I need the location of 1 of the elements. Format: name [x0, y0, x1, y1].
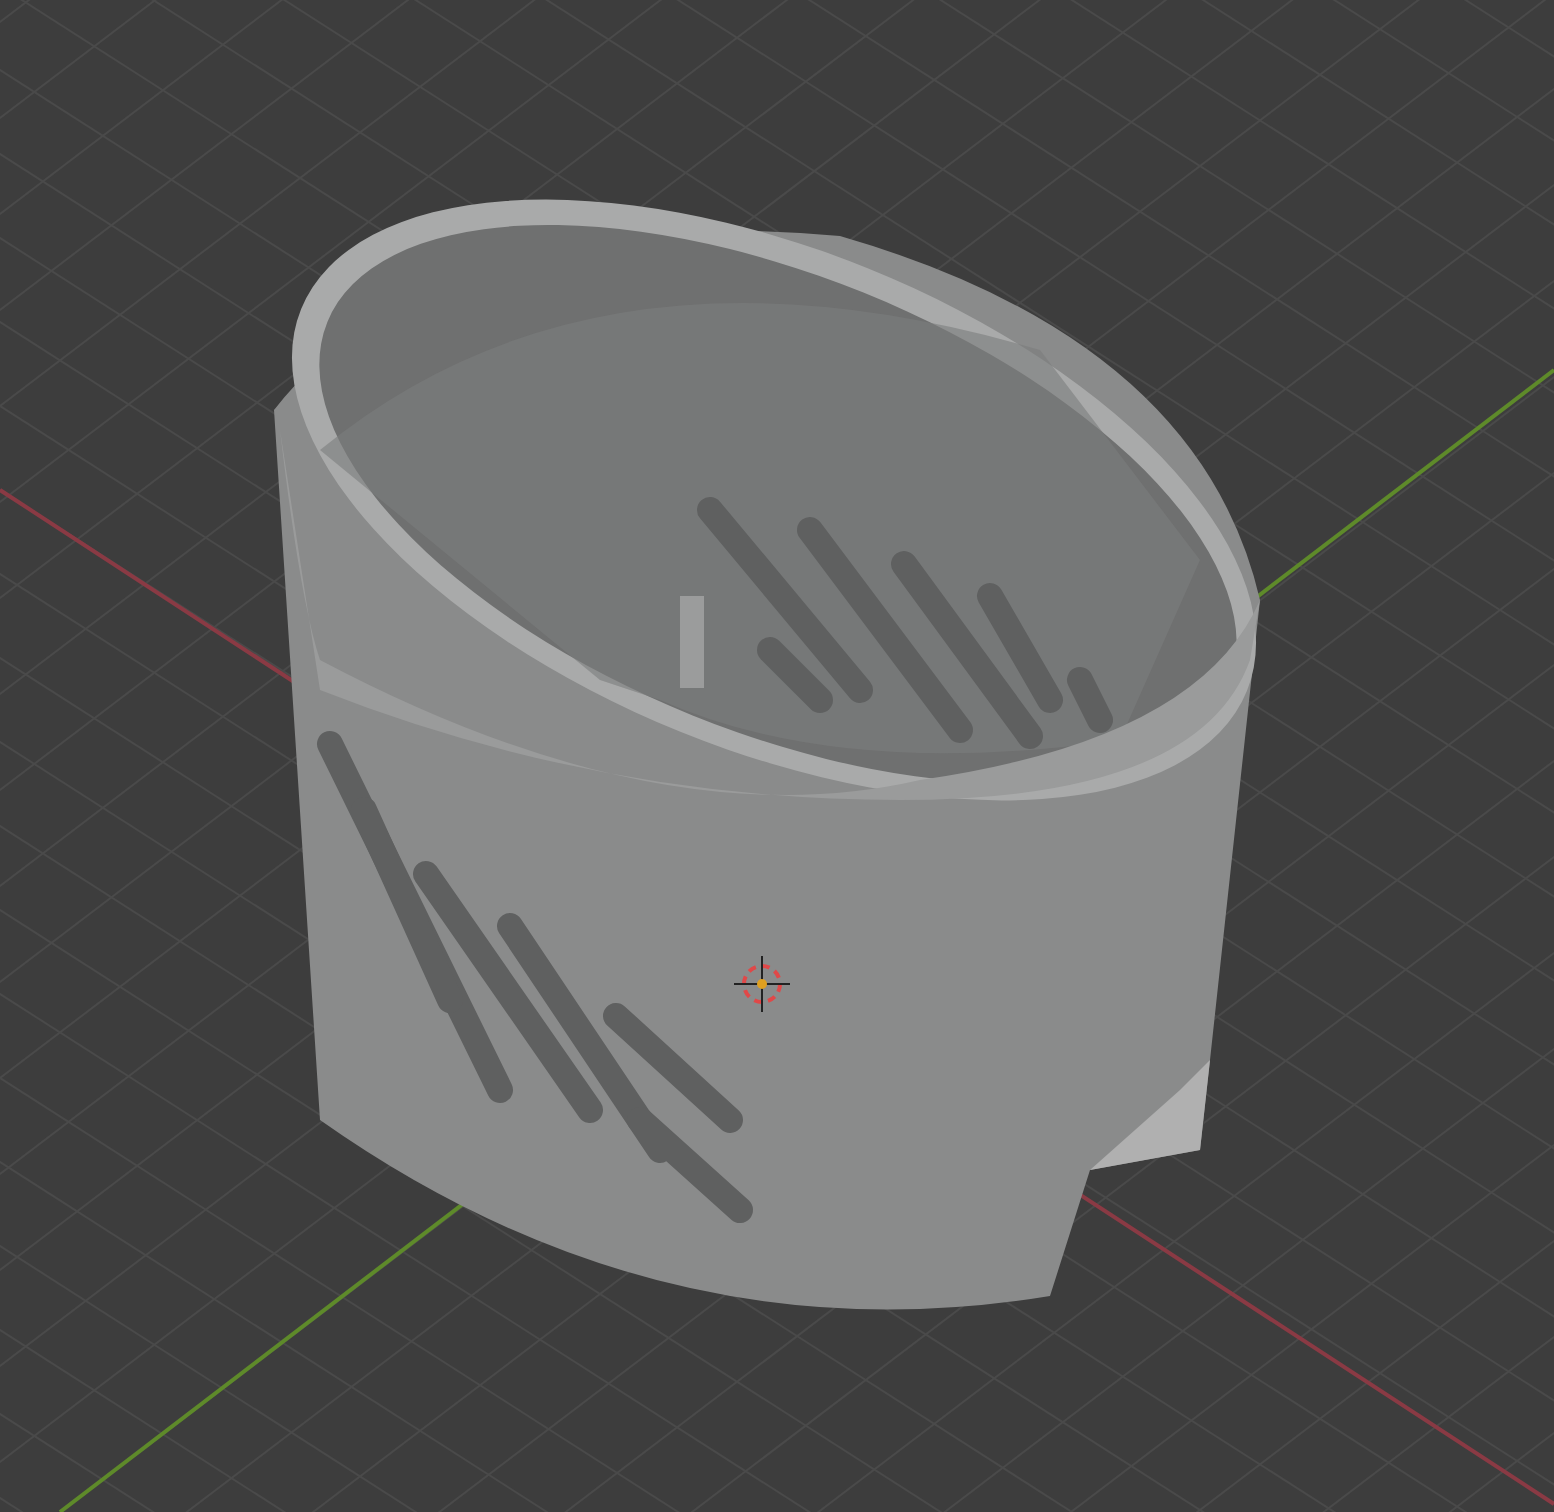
3d-viewport[interactable]	[0, 0, 1554, 1512]
